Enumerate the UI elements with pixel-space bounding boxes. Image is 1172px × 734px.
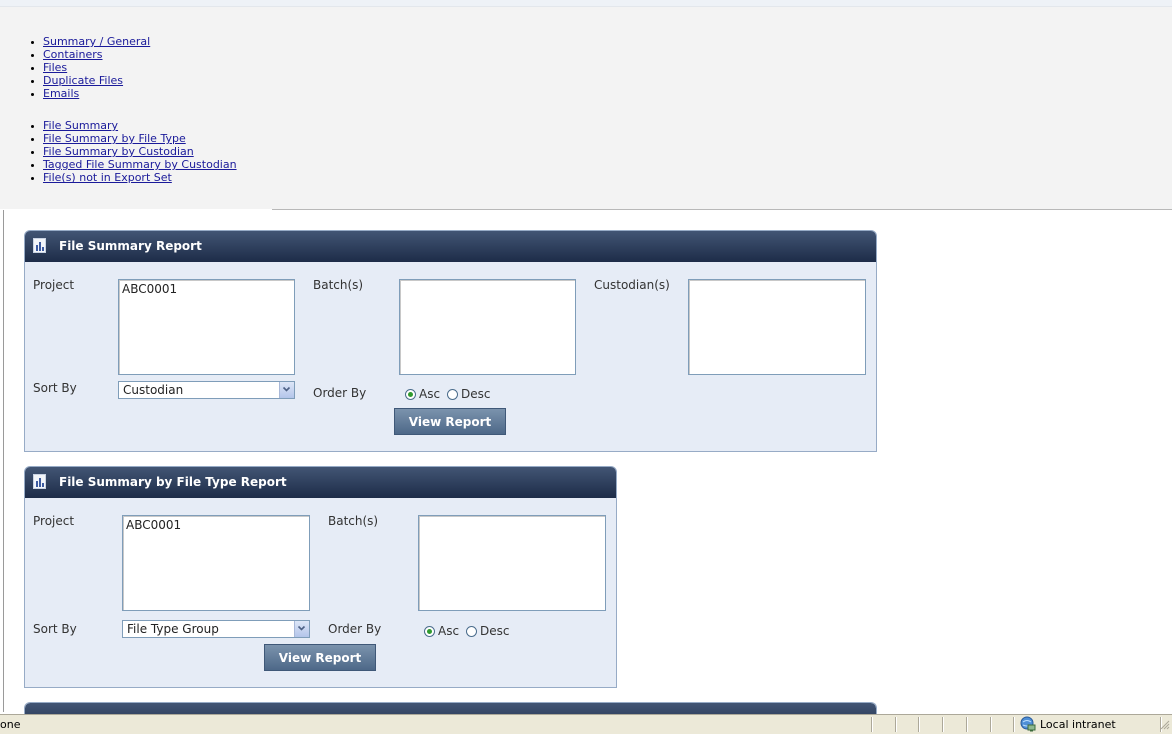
- nav-item-emails: Emails: [43, 87, 150, 100]
- nav-link-file-summary-by-custodian[interactable]: File Summary by Custodian: [43, 145, 194, 158]
- batch-listbox[interactable]: [418, 515, 606, 611]
- panel-title: File Summary Report: [59, 239, 202, 253]
- nav-item-summary-general: Summary / General: [43, 35, 150, 48]
- report-chart-icon: [33, 238, 46, 253]
- order-by-label: Order By: [328, 622, 382, 636]
- project-label: Project: [33, 278, 75, 292]
- view-report-button[interactable]: View Report: [394, 408, 506, 435]
- nav-link-files[interactable]: Files: [43, 61, 67, 74]
- order-asc-option[interactable]: Asc: [424, 624, 459, 638]
- project-label: Project: [33, 514, 75, 528]
- nav-link-files-not-in-export[interactable]: File(s) not in Export Set: [43, 171, 172, 184]
- order-desc-label: Desc: [461, 387, 491, 401]
- sort-by-select[interactable]: Custodian: [118, 381, 295, 399]
- nav-item-files: Files: [43, 61, 150, 74]
- nav-link-file-summary[interactable]: File Summary: [43, 119, 118, 132]
- sort-by-value: File Type Group: [127, 622, 219, 636]
- order-asc-label: Asc: [419, 387, 441, 401]
- order-desc-option[interactable]: Desc: [447, 387, 490, 401]
- order-desc-radio[interactable]: [447, 388, 458, 400]
- report-chart-icon: [33, 474, 46, 489]
- local-intranet-icon: [1020, 716, 1036, 732]
- resize-grip-icon[interactable]: [1158, 718, 1170, 730]
- nav-link-emails[interactable]: Emails: [43, 87, 79, 100]
- custodian-listbox[interactable]: [688, 279, 866, 375]
- custodian-label: Custodian(s): [594, 278, 670, 292]
- order-by-label: Order By: [313, 386, 367, 400]
- project-option[interactable]: ABC0001: [126, 518, 181, 532]
- nav-item-duplicate-files: Duplicate Files: [43, 74, 150, 87]
- file-summary-report-panel: File Summary Report Project ABC0001 Batc…: [24, 230, 877, 452]
- browser-status-bar: one Local intranet: [0, 714, 1172, 734]
- order-asc-label: Asc: [438, 624, 460, 638]
- batch-listbox[interactable]: [399, 279, 576, 375]
- sort-by-value: Custodian: [123, 383, 184, 397]
- order-asc-radio[interactable]: [405, 388, 416, 400]
- dropdown-arrow-icon[interactable]: [279, 382, 294, 398]
- order-asc-option[interactable]: Asc: [405, 387, 440, 401]
- nav-item-file-summary-by-custodian: File Summary by Custodian: [43, 145, 237, 158]
- nav-link-summary-general[interactable]: Summary / General: [43, 35, 150, 48]
- sort-by-label: Sort By: [33, 381, 77, 395]
- order-asc-radio[interactable]: [424, 625, 435, 637]
- nav-item-containers: Containers: [43, 48, 150, 61]
- nav-item-files-not-in-export: File(s) not in Export Set: [43, 171, 237, 184]
- security-zone-label: Local intranet: [1040, 718, 1116, 731]
- sort-by-select[interactable]: File Type Group: [122, 620, 310, 638]
- order-desc-option[interactable]: Desc: [466, 624, 509, 638]
- file-type-report-panel: File Summary by File Type Report Project…: [24, 466, 617, 688]
- batch-label: Batch(s): [313, 278, 364, 292]
- project-listbox[interactable]: ABC0001: [118, 279, 295, 375]
- status-text: one: [0, 718, 21, 731]
- nav-item-tagged-file-summary: Tagged File Summary by Custodian: [43, 158, 237, 171]
- report-nav-list: File Summary File Summary by File Type F…: [0, 119, 237, 184]
- project-option[interactable]: ABC0001: [122, 282, 177, 296]
- nav-item-file-summary: File Summary: [43, 119, 237, 132]
- sort-by-label: Sort By: [33, 622, 77, 636]
- content-left-border: [3, 210, 4, 712]
- dropdown-arrow-icon[interactable]: [294, 621, 309, 637]
- panel-title: File Summary by File Type Report: [59, 475, 287, 489]
- batch-label: Batch(s): [328, 514, 379, 528]
- browser-top-strip: [0, 0, 1172, 7]
- nav-link-containers[interactable]: Containers: [43, 48, 103, 61]
- nav-link-file-summary-by-file-type[interactable]: File Summary by File Type: [43, 132, 186, 145]
- panel-header: File Summary by File Type Report: [25, 467, 616, 498]
- project-listbox[interactable]: ABC0001: [122, 515, 310, 611]
- order-desc-label: Desc: [480, 624, 510, 638]
- nav-item-file-summary-by-file-type: File Summary by File Type: [43, 132, 237, 145]
- primary-nav-list: Summary / General Containers Files Dupli…: [0, 35, 150, 100]
- order-desc-radio[interactable]: [466, 625, 477, 637]
- nav-link-tagged-file-summary[interactable]: Tagged File Summary by Custodian: [43, 158, 237, 171]
- view-report-button[interactable]: View Report: [264, 644, 376, 671]
- panel-header: File Summary Report: [25, 231, 876, 262]
- nav-link-duplicate-files[interactable]: Duplicate Files: [43, 74, 123, 87]
